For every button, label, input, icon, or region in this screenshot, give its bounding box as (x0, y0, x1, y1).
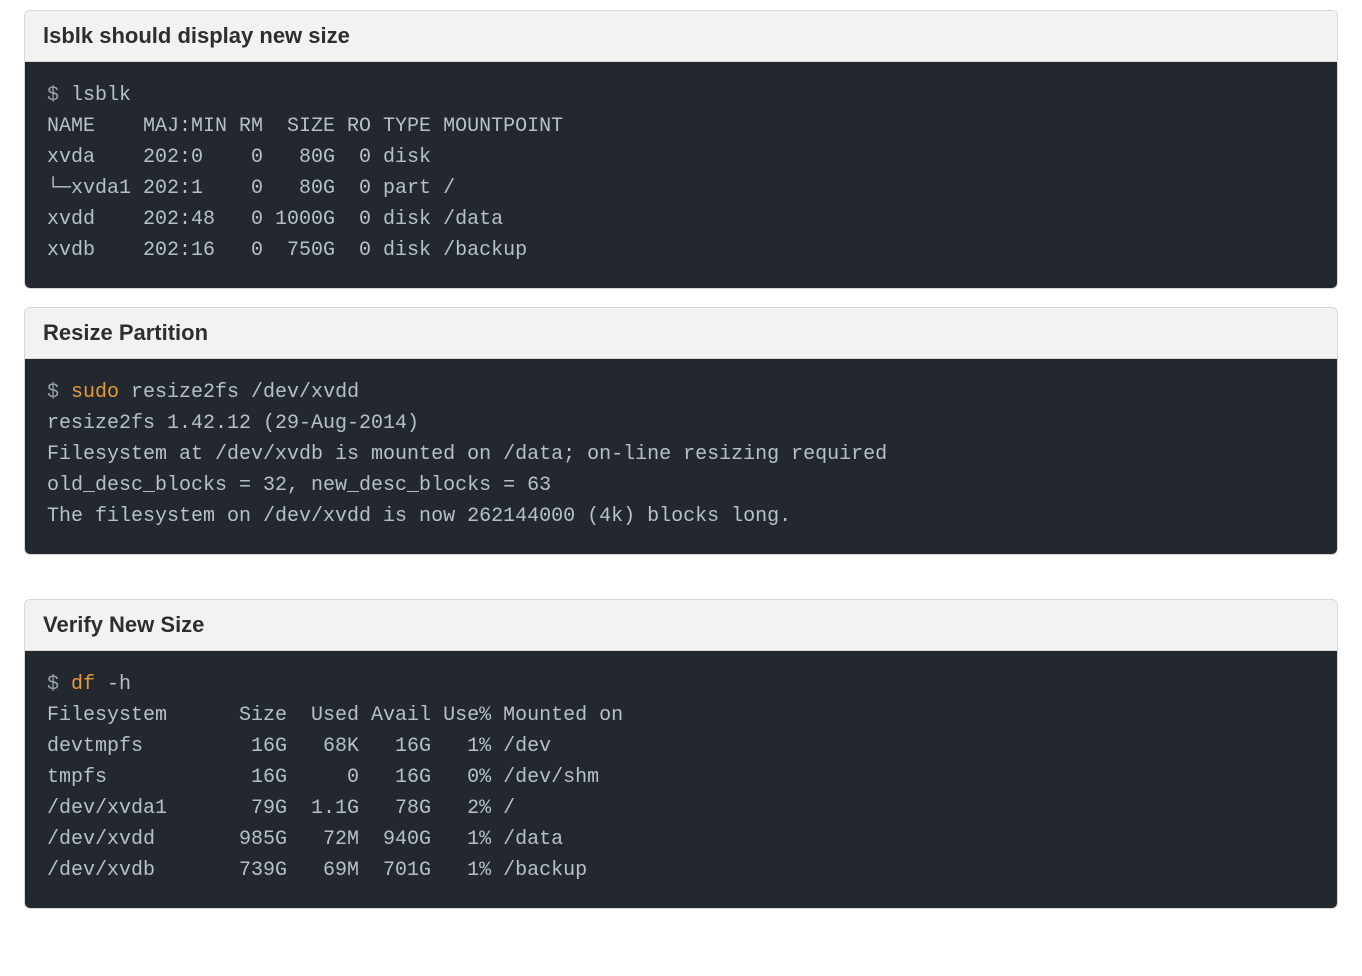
panel-header: Resize Partition (25, 308, 1337, 359)
terminal-text: xvdd 202:48 0 1000G 0 disk /data (47, 208, 503, 231)
terminal-line: xvdd 202:48 0 1000G 0 disk /data (47, 204, 1315, 235)
terminal-text: xvda 202:0 0 80G 0 disk (47, 146, 431, 169)
highlighted-command: df (71, 673, 107, 696)
terminal-output: $ sudo resize2fs /dev/xvdd resize2fs 1.42… (25, 359, 1337, 554)
terminal-text: old_desc_blocks = 32, new_desc_blocks = … (47, 474, 551, 497)
panel-title: lsblk should display new size (43, 23, 1319, 49)
panel-title: Resize Partition (43, 320, 1319, 346)
prompt-symbol: $ (47, 381, 71, 404)
terminal-text: resize2fs /dev/xvdd (131, 381, 359, 404)
terminal-text: The filesystem on /dev/xvdd is now 26214… (47, 505, 791, 528)
terminal-text: devtmpfs 16G 68K 16G 1% /dev (47, 735, 551, 758)
terminal-output: $ df -h Filesystem Size Used Avail Use% M… (25, 651, 1337, 908)
panel-title: Verify New Size (43, 612, 1319, 638)
terminal-text: /dev/xvda1 79G 1.1G 78G 2% / (47, 797, 515, 820)
highlighted-command: sudo (71, 381, 131, 404)
terminal-line: tmpfs 16G 0 16G 0% /dev/shm (47, 762, 1315, 793)
terminal-line: Filesystem at /dev/xvdb is mounted on /d… (47, 439, 1315, 470)
terminal-text: resize2fs 1.42.12 (29-Aug-2014) (47, 412, 419, 435)
terminal-line: /dev/xvdd 985G 72M 940G 1% /data (47, 824, 1315, 855)
panel-header: Verify New Size (25, 600, 1337, 651)
terminal-line: Filesystem Size Used Avail Use% Mounted … (47, 700, 1315, 731)
terminal-text: /dev/xvdd 985G 72M 940G 1% /data (47, 828, 563, 851)
code-panel: Verify New Size $ df -h Filesystem Size Us… (24, 599, 1338, 909)
terminal-line: The filesystem on /dev/xvdd is now 26214… (47, 501, 1315, 532)
terminal-text: lsblk (71, 84, 131, 107)
terminal-line: resize2fs 1.42.12 (29-Aug-2014) (47, 408, 1315, 439)
terminal-text: /dev/xvdb 739G 69M 701G 1% /backup (47, 859, 587, 882)
terminal-line: $ lsblk (47, 80, 1315, 111)
terminal-line: $ sudo resize2fs /dev/xvdd (47, 377, 1315, 408)
terminal-line: $ df -h (47, 669, 1315, 700)
terminal-text: xvdb 202:16 0 750G 0 disk /backup (47, 239, 527, 262)
code-panel: Resize Partition $ sudo resize2fs /dev/xv… (24, 307, 1338, 555)
terminal-line: devtmpfs 16G 68K 16G 1% /dev (47, 731, 1315, 762)
terminal-line: /dev/xvdb 739G 69M 701G 1% /backup (47, 855, 1315, 886)
terminal-text: -h (107, 673, 131, 696)
terminal-line: NAME MAJ:MIN RM SIZE RO TYPE MOUNTPOINT (47, 111, 1315, 142)
terminal-line: /dev/xvda1 79G 1.1G 78G 2% / (47, 793, 1315, 824)
terminal-text: Filesystem at /dev/xvdb is mounted on /d… (47, 443, 887, 466)
terminal-text: NAME MAJ:MIN RM SIZE RO TYPE MOUNTPOINT (47, 115, 563, 138)
terminal-line: old_desc_blocks = 32, new_desc_blocks = … (47, 470, 1315, 501)
terminal-line: └─xvda1 202:1 0 80G 0 part / (47, 173, 1315, 204)
prompt-symbol: $ (47, 673, 71, 696)
code-panel: lsblk should display new size $ lsblk NAME… (24, 10, 1338, 289)
terminal-line: xvdb 202:16 0 750G 0 disk /backup (47, 235, 1315, 266)
panel-header: lsblk should display new size (25, 11, 1337, 62)
terminal-text: └─xvda1 202:1 0 80G 0 part / (47, 177, 455, 200)
terminal-output: $ lsblk NAME MAJ:MIN RM SIZE RO TYPE MOUN… (25, 62, 1337, 288)
terminal-text: Filesystem Size Used Avail Use% Mounted … (47, 704, 623, 727)
prompt-symbol: $ (47, 84, 71, 107)
terminal-text: tmpfs 16G 0 16G 0% /dev/shm (47, 766, 599, 789)
terminal-line: xvda 202:0 0 80G 0 disk (47, 142, 1315, 173)
